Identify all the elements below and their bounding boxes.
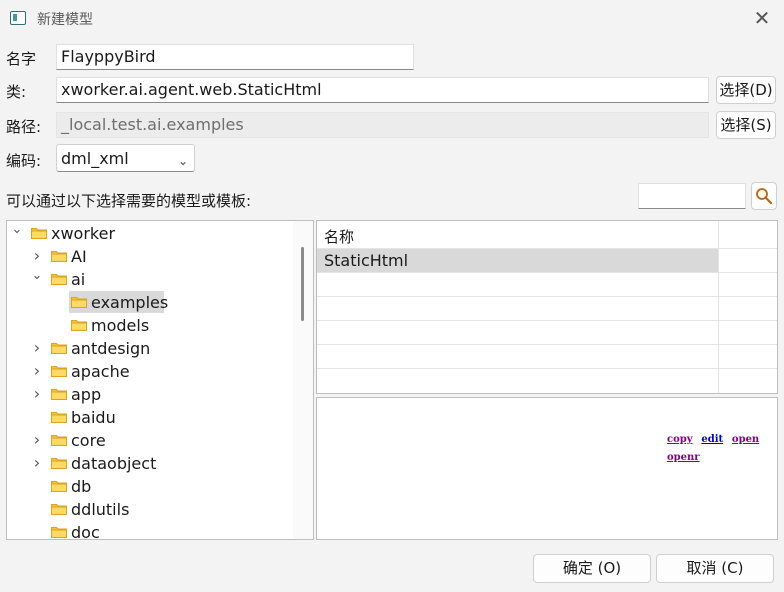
chevron-right-icon[interactable]: › — [31, 336, 43, 359]
model-tree[interactable]: ⌄ xworker › AI ⌄ ai examples models › antdesign › a… — [6, 220, 314, 540]
close-icon[interactable]: ✕ — [752, 8, 772, 28]
preview-panel: copy edit open openr — [316, 397, 778, 540]
tree-item[interactable]: baidu — [7, 406, 291, 429]
path-field: _local.test.ai.examples — [56, 112, 709, 138]
folder-icon — [51, 342, 67, 354]
tree-item-label: doc — [71, 523, 100, 540]
choose-template-label: 可以通过以下选择需要的模型或模板: — [6, 192, 252, 210]
folder-icon — [51, 365, 67, 377]
tree-scrollbar[interactable] — [293, 221, 313, 539]
class-label: 类: — [6, 83, 27, 101]
edit-link[interactable]: edit — [701, 434, 723, 445]
encoding-label: 编码: — [6, 152, 42, 170]
ok-button[interactable]: 确定 (O) — [533, 554, 651, 583]
encoding-value: dml_xml — [61, 149, 129, 168]
tree-item-label: models — [91, 316, 150, 335]
chevron-right-icon[interactable]: › — [31, 451, 43, 474]
window-title: 新建模型 — [37, 12, 93, 28]
folder-icon — [51, 503, 67, 515]
template-table[interactable]: 名称 StaticHtml — [316, 220, 778, 394]
tree-item[interactable]: ⌄ xworker — [7, 222, 291, 245]
table-row[interactable]: StaticHtml — [317, 249, 718, 272]
tree-item[interactable]: ddlutils — [7, 498, 291, 521]
tree-item[interactable]: › apache — [7, 360, 291, 383]
scrollbar-thumb[interactable] — [301, 247, 304, 321]
tree-item[interactable]: doc — [7, 521, 291, 540]
chevron-right-icon[interactable]: › — [31, 382, 43, 405]
tree-item[interactable]: examples — [7, 291, 291, 314]
folder-icon — [71, 296, 87, 308]
tree-item[interactable]: models — [7, 314, 291, 337]
tree-item-label: examples — [91, 293, 169, 312]
tree-item-label: AI — [71, 247, 87, 266]
copy-link[interactable]: copy — [667, 434, 693, 445]
tree-item-label: antdesign — [71, 339, 151, 358]
search-icon — [756, 188, 773, 205]
class-field[interactable]: xworker.ai.agent.web.StaticHtml — [56, 77, 709, 103]
tree-item[interactable]: › antdesign — [7, 337, 291, 360]
encoding-select[interactable]: dml_xml ⌄ — [56, 144, 195, 172]
folder-icon — [51, 250, 67, 262]
chevron-right-icon[interactable]: › — [31, 359, 43, 382]
tree-item-label: ddlutils — [71, 500, 130, 519]
chevron-down-icon[interactable]: ⌄ — [31, 264, 43, 287]
tree-item-label: baidu — [71, 408, 116, 427]
tree-item-label: core — [71, 431, 106, 450]
choose-class-button[interactable]: 选择(D) — [716, 76, 776, 104]
path-label: 路径: — [6, 118, 42, 136]
chevron-right-icon[interactable]: › — [31, 428, 43, 451]
title-bar: 新建模型 ✕ — [0, 0, 784, 38]
tree-item-label: db — [71, 477, 92, 496]
folder-icon — [51, 273, 67, 285]
tree-item[interactable]: › dataobject — [7, 452, 291, 475]
chevron-down-icon: ⌄ — [177, 154, 188, 168]
cancel-button[interactable]: 取消 (C) — [656, 554, 774, 583]
tree-item-label: dataobject — [71, 454, 157, 473]
openr-link[interactable]: openr — [667, 452, 700, 463]
tree-item-label: ai — [71, 270, 86, 289]
name-field[interactable]: FlayppyBird — [56, 44, 414, 70]
open-link[interactable]: open — [732, 434, 759, 445]
tree-item[interactable]: › AI — [7, 245, 291, 268]
tree-item-label: app — [71, 385, 102, 404]
tree-item-label: apache — [71, 362, 130, 381]
folder-icon — [51, 434, 67, 446]
search-input[interactable] — [638, 183, 746, 209]
table-cell-name: StaticHtml — [324, 251, 409, 270]
folder-icon — [51, 480, 67, 492]
tree-item-label: xworker — [51, 224, 116, 243]
folder-icon — [71, 319, 87, 331]
folder-icon — [51, 457, 67, 469]
folder-icon — [31, 227, 47, 239]
folder-icon — [51, 526, 67, 538]
tree-item[interactable]: › core — [7, 429, 291, 452]
tree-item[interactable]: ⌄ ai — [7, 268, 291, 291]
app-window-icon — [10, 11, 26, 25]
tree-item[interactable]: › app — [7, 383, 291, 406]
folder-icon — [51, 388, 67, 400]
folder-icon — [51, 411, 67, 423]
chevron-down-icon[interactable]: ⌄ — [11, 221, 23, 241]
preview-links: copy edit open openr — [663, 428, 777, 464]
column-header-name: 名称 — [324, 228, 355, 246]
search-button[interactable] — [751, 182, 777, 210]
name-label: 名字 — [6, 50, 37, 68]
tree-item[interactable]: db — [7, 475, 291, 498]
choose-path-button[interactable]: 选择(S) — [716, 111, 776, 139]
